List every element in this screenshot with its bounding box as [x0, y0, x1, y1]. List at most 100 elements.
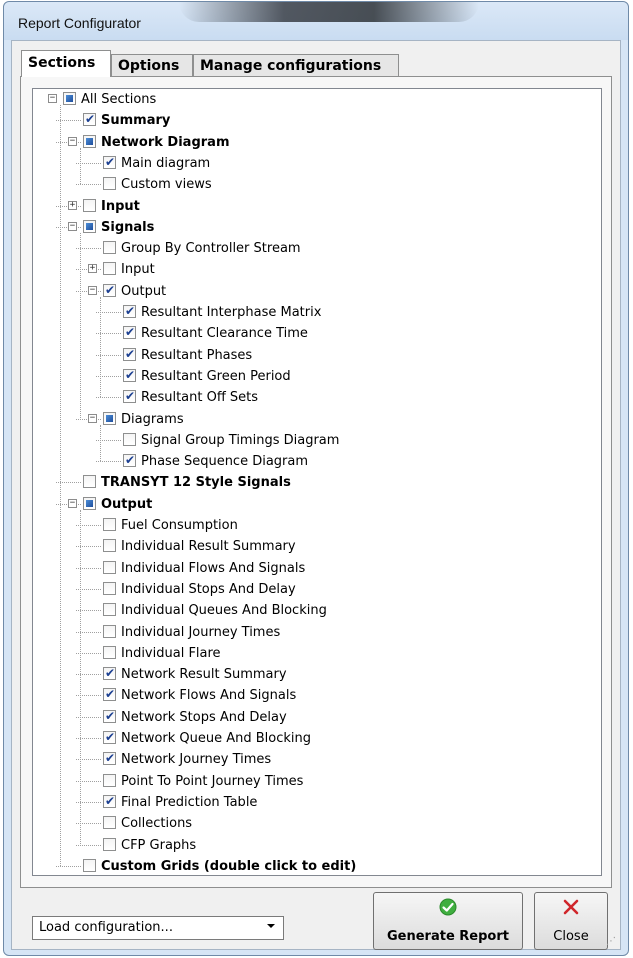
tree-item[interactable]: Final Prediction Table: [33, 792, 593, 813]
tree-item-checkbox[interactable]: [103, 603, 116, 617]
tab-manage-configurations[interactable]: Manage configurations: [193, 54, 399, 76]
tab-sections[interactable]: Sections: [21, 50, 111, 77]
tree-item-label: TRANSYT 12 Style Signals: [101, 475, 291, 491]
tree-item[interactable]: + Input: [33, 196, 593, 217]
title-bar-glass: [179, 2, 479, 22]
tree-item-label: Individual Queues And Blocking: [121, 603, 327, 619]
tree-item-checkbox[interactable]: [83, 858, 96, 872]
resize-grip-icon[interactable]: ⋰: [606, 936, 616, 947]
tree-item[interactable]: Network Stops And Delay: [33, 707, 593, 728]
title-bar[interactable]: Report Configurator: [4, 2, 628, 40]
tree-item[interactable]: Network Queue And Blocking: [33, 728, 593, 749]
tree-item[interactable]: − Diagrams: [33, 409, 593, 430]
tree-item[interactable]: Summary: [33, 110, 593, 131]
tree-item-checkbox[interactable]: [103, 581, 116, 595]
tree-item[interactable]: − Network Diagram: [33, 132, 593, 153]
collapse-icon[interactable]: −: [88, 285, 97, 295]
tree-item-checkbox[interactable]: [103, 177, 116, 191]
tree-item[interactable]: Network Flows And Signals: [33, 685, 593, 706]
tree-item[interactable]: CFP Graphs: [33, 835, 593, 856]
tree-item-checkbox[interactable]: [103, 685, 116, 703]
tree-item-checkbox[interactable]: [103, 707, 116, 725]
tree-item-checkbox[interactable]: [103, 262, 116, 276]
tree-item-checkbox[interactable]: [103, 560, 116, 574]
tree-item-checkbox[interactable]: [103, 749, 116, 767]
tree-item[interactable]: Resultant Off Sets: [33, 387, 593, 408]
tree-item-checkbox[interactable]: [103, 664, 116, 682]
generate-report-button[interactable]: Generate Report: [373, 892, 523, 950]
tree-item[interactable]: Point To Point Journey Times: [33, 771, 593, 792]
tree-item-checkbox[interactable]: [83, 219, 96, 233]
tree-item[interactable]: Individual Flare: [33, 643, 593, 664]
expand-icon[interactable]: +: [68, 200, 77, 210]
tree-item-checkbox[interactable]: [83, 134, 96, 148]
sections-tree[interactable]: − All Sections Summary − Network Diagram Main…: [32, 88, 602, 876]
tree-item-checkbox[interactable]: [103, 792, 116, 810]
tree-item[interactable]: Collections: [33, 813, 593, 834]
tree-item[interactable]: − Signals: [33, 217, 593, 238]
tree-item-checkbox[interactable]: [123, 366, 136, 384]
tree-item-checkbox[interactable]: [123, 387, 136, 405]
tree-item-label: Individual Result Summary: [121, 539, 296, 555]
tree-item-checkbox[interactable]: [123, 302, 136, 320]
tree-item-checkbox[interactable]: [103, 518, 116, 531]
tree-item[interactable]: Network Journey Times: [33, 749, 593, 770]
tree-item[interactable]: − Output: [33, 281, 593, 302]
collapse-icon[interactable]: −: [68, 498, 77, 508]
tree-item[interactable]: Individual Queues And Blocking: [33, 600, 593, 621]
tree-item-label: Fuel Consumption: [121, 518, 238, 533]
tree-item-checkbox[interactable]: [123, 451, 136, 469]
tree-item-checkbox[interactable]: [83, 110, 96, 128]
tree-item-checkbox[interactable]: [103, 816, 116, 830]
tree-item[interactable]: Custom Grids (double click to edit): [33, 856, 593, 877]
tree-item-checkbox[interactable]: [123, 345, 136, 363]
tree-guide: [80, 147, 81, 185]
tree-item[interactable]: Individual Flows And Signals: [33, 558, 593, 579]
tree-item-label: CFP Graphs: [121, 837, 197, 853]
tree-item[interactable]: Resultant Phases: [33, 345, 593, 366]
collapse-icon[interactable]: −: [68, 221, 77, 231]
tree-item[interactable]: Fuel Consumption: [33, 515, 593, 536]
bottom-bar: Load configuration... Generate Report Cl…: [12, 889, 620, 950]
tree-item[interactable]: Phase Sequence Diagram: [33, 451, 593, 472]
tree-item-checkbox[interactable]: [83, 496, 96, 510]
tree-item-checkbox[interactable]: [103, 645, 116, 659]
close-button[interactable]: Close: [534, 892, 608, 950]
tree-item[interactable]: − Output: [33, 494, 593, 515]
tree-item-checkbox[interactable]: [103, 728, 116, 746]
tree-item-checkbox[interactable]: [103, 241, 116, 255]
tree-item-checkbox[interactable]: [83, 475, 96, 489]
tree-item-checkbox[interactable]: [123, 323, 136, 341]
tree-item[interactable]: − All Sections: [33, 89, 593, 110]
tree-item[interactable]: Individual Stops And Delay: [33, 579, 593, 600]
tree-item[interactable]: TRANSYT 12 Style Signals: [33, 472, 593, 493]
tree-item[interactable]: Network Result Summary: [33, 664, 593, 685]
tree-item[interactable]: Resultant Clearance Time: [33, 323, 593, 344]
tree-item-checkbox[interactable]: [103, 539, 116, 553]
collapse-icon[interactable]: −: [88, 413, 97, 423]
tree-item-checkbox[interactable]: [83, 198, 96, 212]
collapse-icon[interactable]: −: [48, 94, 57, 103]
tree-item-checkbox[interactable]: [103, 281, 116, 299]
tree-item[interactable]: Custom views: [33, 174, 593, 195]
tree-item-checkbox[interactable]: [103, 837, 116, 851]
tree-item[interactable]: Resultant Interphase Matrix: [33, 302, 593, 323]
expand-icon[interactable]: +: [88, 264, 97, 274]
tree-item-checkbox[interactable]: [103, 153, 116, 171]
tree-item[interactable]: Main diagram: [33, 153, 593, 174]
tree-item[interactable]: Individual Result Summary: [33, 536, 593, 557]
tree-item[interactable]: Individual Journey Times: [33, 622, 593, 643]
tree-item-checkbox[interactable]: [103, 773, 116, 787]
tree-item[interactable]: Resultant Green Period: [33, 366, 593, 387]
tree-guide: [80, 232, 81, 419]
tab-options[interactable]: Options: [111, 54, 193, 76]
tree-item-checkbox[interactable]: [63, 92, 76, 105]
tree-item-checkbox[interactable]: [103, 624, 116, 638]
tree-item[interactable]: Signal Group Timings Diagram: [33, 430, 593, 451]
tree-item[interactable]: Group By Controller Stream: [33, 238, 593, 259]
load-configuration-dropdown[interactable]: Load configuration...: [32, 916, 284, 940]
tree-item-checkbox[interactable]: [123, 432, 136, 446]
collapse-icon[interactable]: −: [68, 136, 77, 146]
tree-item[interactable]: + Input: [33, 259, 593, 280]
tree-item-checkbox[interactable]: [103, 411, 116, 425]
